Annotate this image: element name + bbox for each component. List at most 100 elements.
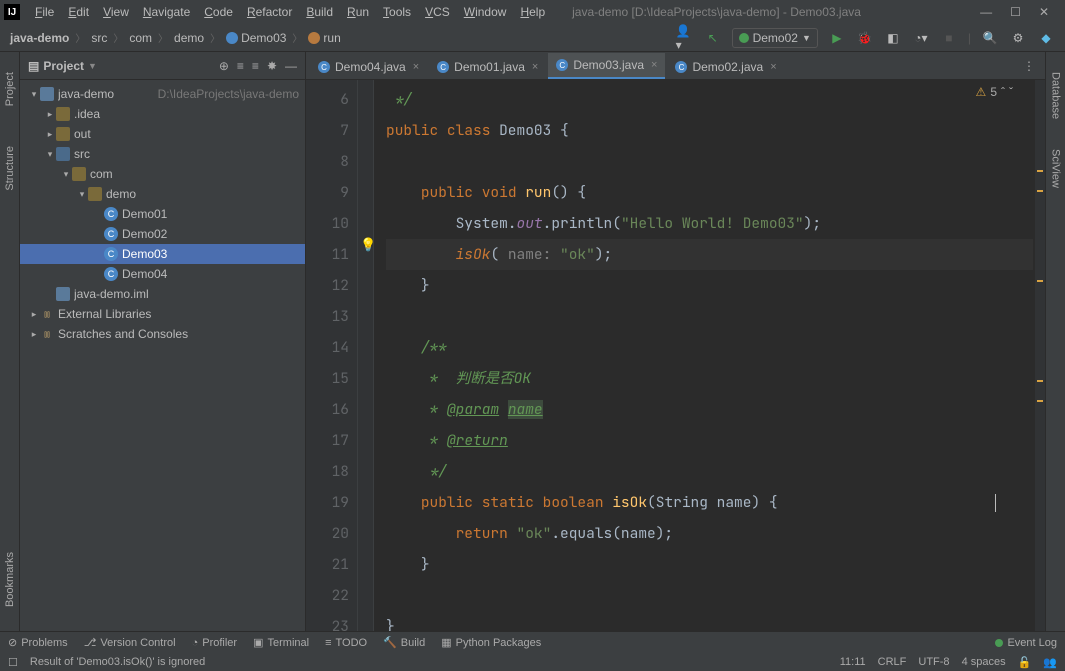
menu-file[interactable]: File — [28, 5, 61, 19]
user-icon[interactable]: 👤▾ — [676, 29, 694, 47]
error-stripe[interactable] — [1035, 80, 1045, 647]
tree-demo02[interactable]: CDemo02 — [20, 224, 305, 244]
tab-demo01-java[interactable]: CDemo01.java× — [429, 55, 546, 79]
line-ending[interactable]: CRLF — [878, 656, 907, 668]
tool-sciview[interactable]: SciView — [1050, 149, 1062, 188]
tree-com[interactable]: ▾com — [20, 164, 305, 184]
close-tab-icon[interactable]: × — [532, 61, 538, 73]
tabs-more-icon[interactable]: ⋮ — [1013, 53, 1045, 79]
bottom-problems[interactable]: ⊘Problems — [8, 636, 68, 649]
bottom-python-packages[interactable]: ▦Python Packages — [441, 636, 541, 649]
chevron-down-icon[interactable]: ▼ — [88, 61, 97, 71]
library-icon: ⫾⫾ — [40, 307, 54, 321]
select-opened-file-icon[interactable]: ⊕ — [219, 59, 229, 73]
collapse-all-icon[interactable]: ≡ — [252, 59, 259, 73]
crumb-java-demo[interactable]: java-demo — [6, 31, 73, 45]
status-icon[interactable]: ☐ — [8, 656, 18, 669]
tree-java-demo-iml[interactable]: java-demo.iml — [20, 284, 305, 304]
tool-database[interactable]: Database — [1050, 72, 1062, 119]
tab-demo03-java[interactable]: CDemo03.java× — [548, 53, 665, 79]
menu-vcs[interactable]: VCS — [418, 5, 457, 19]
settings-icon[interactable]: ✸ — [267, 59, 277, 73]
class-icon: C — [104, 267, 118, 281]
app-logo-icon: IJ — [4, 4, 20, 20]
crumb-com[interactable]: com — [125, 31, 156, 45]
menu-edit[interactable]: Edit — [61, 5, 96, 19]
menu-window[interactable]: Window — [457, 5, 514, 19]
crumb-run[interactable]: run — [304, 31, 344, 45]
code-view[interactable]: */public class Demo03 { public void run(… — [374, 80, 1045, 647]
tree-demo03[interactable]: CDemo03 — [20, 244, 305, 264]
menu-tools[interactable]: Tools — [376, 5, 418, 19]
search-icon[interactable]: 🔍 — [981, 29, 999, 47]
readonly-icon[interactable]: 🔓 — [1018, 656, 1032, 669]
crumb-demo[interactable]: demo — [170, 31, 208, 45]
menu-run[interactable]: Run — [340, 5, 376, 19]
menu-view[interactable]: View — [96, 5, 136, 19]
bottom-version-control[interactable]: ⎇Version Control — [84, 636, 176, 649]
menu-code[interactable]: Code — [197, 5, 240, 19]
tab-demo04-java[interactable]: CDemo04.java× — [310, 55, 427, 79]
bottom-profiler[interactable]: ◔Profiler — [192, 637, 238, 649]
status-message: Result of 'Demo03.isOk()' is ignored — [30, 656, 828, 668]
close-tab-icon[interactable]: × — [413, 61, 419, 73]
bottom-terminal[interactable]: ▣Terminal — [253, 636, 309, 649]
module-icon — [40, 87, 54, 101]
menu-navigate[interactable]: Navigate — [136, 5, 197, 19]
bottom-build[interactable]: 🔨Build — [383, 636, 425, 649]
line-gutter[interactable]: 67891011121314151617181920212223 — [306, 80, 358, 647]
expand-all-icon[interactable]: ≡ — [237, 59, 244, 73]
editor: CDemo04.java×CDemo01.java×CDemo03.java×C… — [306, 52, 1045, 647]
folder-icon — [72, 167, 86, 181]
account-icon[interactable]: 👥 — [1043, 656, 1057, 669]
bottom-todo[interactable]: ≡TODO — [325, 637, 367, 649]
class-icon: C — [104, 247, 118, 261]
coverage-icon[interactable]: ◧ — [884, 29, 902, 47]
tree-java-demo[interactable]: ▾java-demoD:\IdeaProjects\java-demo — [20, 84, 305, 104]
tool-bookmarks[interactable]: Bookmarks — [4, 552, 16, 607]
tab-demo02-java[interactable]: CDemo02.java× — [667, 55, 784, 79]
crumb-demo03[interactable]: Demo03 — [222, 31, 290, 45]
stop-icon[interactable]: ■ — [940, 29, 958, 47]
bottom-toolbar: ⊘Problems ⎇Version Control ◔Profiler ▣Termi… — [0, 631, 1065, 653]
menu-help[interactable]: Help — [513, 5, 552, 19]
fold-gutter[interactable]: 💡 — [358, 80, 374, 647]
crumb-sep: 〉 — [158, 30, 168, 45]
tree-out[interactable]: ▸out — [20, 124, 305, 144]
profile-icon[interactable]: ◔▾ — [912, 29, 930, 47]
crumb-sep: 〉 — [210, 30, 220, 45]
folder-icon — [56, 127, 70, 141]
encoding[interactable]: UTF-8 — [918, 656, 949, 668]
back-arrow-icon[interactable]: ↖ — [704, 29, 722, 47]
menu-build[interactable]: Build — [299, 5, 340, 19]
class-icon — [226, 32, 238, 44]
close-tab-icon[interactable]: × — [770, 61, 776, 73]
caret-position[interactable]: 11:11 — [840, 656, 866, 668]
tree-demo[interactable]: ▾demo — [20, 184, 305, 204]
minimize-icon[interactable]: — — [980, 5, 992, 19]
event-log-icon — [995, 639, 1003, 647]
tool-structure[interactable]: Structure — [4, 146, 16, 191]
close-tab-icon[interactable]: × — [651, 59, 657, 71]
settings-icon[interactable]: ⚙ — [1009, 29, 1027, 47]
hide-icon[interactable]: — — [285, 59, 297, 73]
event-log[interactable]: Event Log — [995, 637, 1057, 649]
run-icon[interactable]: ▶ — [828, 29, 846, 47]
tree-scratches-and-consoles[interactable]: ▸⫾⫾Scratches and Consoles — [20, 324, 305, 344]
tree-src[interactable]: ▾src — [20, 144, 305, 164]
debug-icon[interactable]: 🐞 — [856, 29, 874, 47]
tree--idea[interactable]: ▸.idea — [20, 104, 305, 124]
crumb-src[interactable]: src — [87, 31, 111, 45]
tree-external-libraries[interactable]: ▸⫾⫾External Libraries — [20, 304, 305, 324]
run-config-selector[interactable]: Demo02 ▼ — [732, 28, 818, 48]
menu-refactor[interactable]: Refactor — [240, 5, 299, 19]
tool-project[interactable]: Project — [4, 72, 16, 106]
crumb-sep: 〉 — [292, 30, 302, 45]
plugin-icon[interactable]: ◆ — [1037, 29, 1055, 47]
tree-demo01[interactable]: CDemo01 — [20, 204, 305, 224]
maximize-icon[interactable]: ☐ — [1010, 5, 1021, 19]
tree-demo04[interactable]: CDemo04 — [20, 264, 305, 284]
close-icon[interactable]: ✕ — [1039, 5, 1049, 19]
indent[interactable]: 4 spaces — [962, 656, 1006, 668]
class-icon: C — [318, 61, 330, 73]
